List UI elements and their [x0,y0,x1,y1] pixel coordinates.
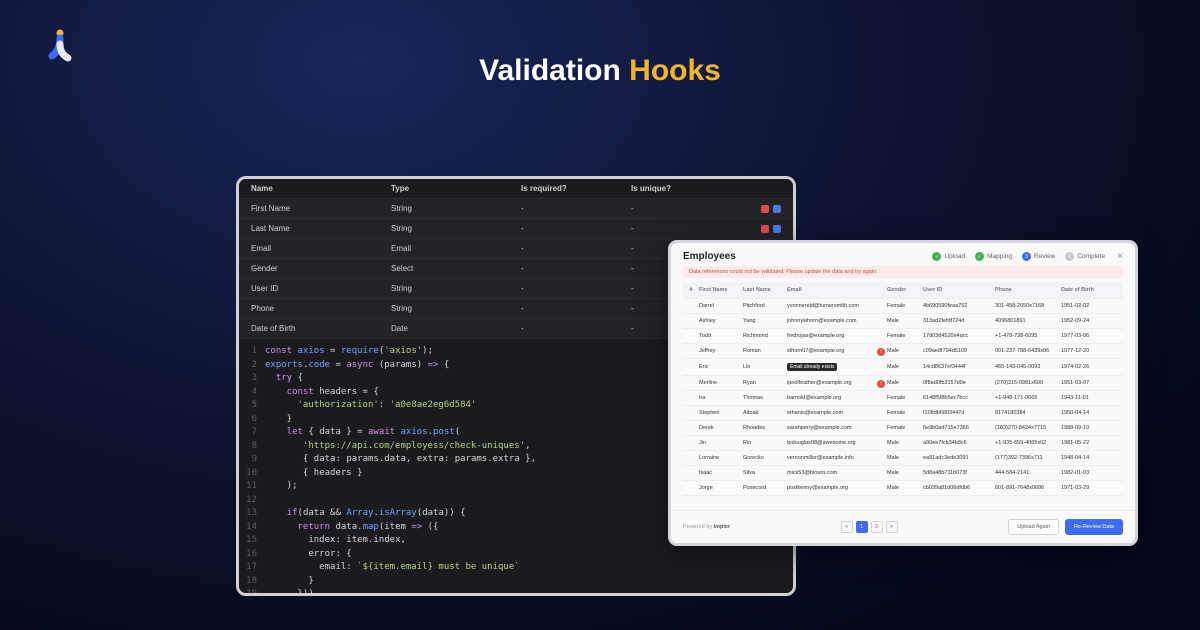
line-number: 2 [243,359,265,373]
delete-icon[interactable] [761,225,769,233]
schema-cell-name: Phone [251,304,391,313]
schema-cell-name: Gender [251,264,391,273]
line-number: 17 [243,561,265,575]
line-number: 7 [243,426,265,440]
warning-banner: Data references could not be validated. … [683,266,1123,278]
title-part-a: Validation [479,54,621,87]
table-row[interactable]: ToddRichmondfredrojas@example.orgFemale1… [683,329,1123,344]
employees-title: Employees [683,251,736,262]
table-row[interactable]: MerlineRyanipoolfeather@example.org!Male… [683,376,1123,391]
col-header-unique: Is unique? [631,184,753,193]
page-number[interactable]: 1 [856,521,868,533]
step-dot: ✓ [975,252,984,261]
pagination: < 12 > [841,521,898,533]
table-row[interactable]: EricLinEmail already existsMale14cd8637e… [683,359,1123,376]
table-row[interactable]: IraThomasbarnold@example.orgFemale6148f5… [683,391,1123,406]
error-badge-icon: ! [877,348,885,356]
line-number: 10 [243,467,265,481]
line-number: 3 [243,372,265,386]
employees-panel: Employees ✓Upload ✓Mapping 3Review 4Complet… [668,240,1138,546]
schema-cell-name: First Name [251,204,391,213]
schema-cell-name: Email [251,244,391,253]
page-title: Validation Hooks [0,54,1200,88]
schema-cell-unique: - [631,204,753,213]
schema-cell-type: Date [391,324,521,333]
schema-cell-required: - [521,204,631,213]
col-header-name: Name [251,184,391,193]
line-number: 15 [243,534,265,548]
table-row[interactable]: JeffreyRomansthorn07@example.org!Malec09… [683,344,1123,359]
re-review-button[interactable]: Re-Review Data [1065,519,1123,535]
table-row[interactable]: IsaacSilvamick53@biourn.comMale5d8a48b71… [683,466,1123,481]
step-upload: ✓Upload [932,252,965,261]
schema-cell-required: - [521,264,631,273]
schema-header-row: Name Type Is required? Is unique? [239,179,793,199]
title-part-b: Hooks [629,54,721,87]
line-number: 11 [243,480,265,494]
step-mapping: ✓Mapping [975,252,1012,261]
line-number: 13 [243,507,265,521]
line-number: 16 [243,548,265,562]
table-row[interactable]: AshleyYangjohnnywhorn@example.comMale313… [683,314,1123,329]
schema-cell-type: String [391,204,521,213]
schema-cell-type: String [391,224,521,233]
employees-table-header: # First Name Last Name Email Gender User… [683,282,1123,299]
col-header-type: Type [391,184,521,193]
table-row[interactable]: JinRintpdouglas08@awesome.orgMalea90ee7f… [683,436,1123,451]
line-number: 6 [243,413,265,427]
line-number: 4 [243,386,265,400]
schema-cell-type: Email [391,244,521,253]
line-number: 19 [243,588,265,596]
col-header-required: Is required? [521,184,631,193]
step-dot: 4 [1065,252,1074,261]
page-next[interactable]: > [886,521,898,533]
step-complete: 4Complete [1065,252,1105,261]
schema-cell-type: String [391,284,521,293]
delete-icon[interactable] [761,205,769,213]
schema-cell-name: Last Name [251,224,391,233]
step-review: 3Review [1022,252,1055,261]
line-number: 8 [243,440,265,454]
line-number: 14 [243,521,265,535]
line-number: 5 [243,399,265,413]
step-dot: ✓ [932,252,941,261]
powered-by: Powered by Impler [683,524,730,530]
upload-again-button[interactable]: Upload Again [1008,519,1059,535]
schema-cell-required: - [521,304,631,313]
edit-icon[interactable] [773,205,781,213]
page-number[interactable]: 2 [871,521,883,533]
line-number: 1 [243,345,265,359]
line-number: 12 [243,494,265,508]
table-row[interactable]: DarrelPitchfordyvonnereid@turnersmith.co… [683,299,1123,314]
page-prev[interactable]: < [841,521,853,533]
schema-cell-required: - [521,284,631,293]
edit-icon[interactable] [773,225,781,233]
schema-cell-type: Select [391,264,521,273]
error-tooltip: Email already exists [787,363,837,371]
schema-cell-type: String [391,304,521,313]
schema-row[interactable]: Last NameString-- [239,219,793,239]
schema-cell-required: - [521,224,631,233]
close-icon[interactable]: × [1117,251,1123,262]
schema-cell-required: - [521,244,631,253]
table-row[interactable]: JorgePosecordpostkenny@example.orgMalecb… [683,481,1123,496]
table-row[interactable]: LorraineGoreckovernonmiller@example.info… [683,451,1123,466]
schema-cell-unique: - [631,224,753,233]
schema-cell-name: Date of Birth [251,324,391,333]
error-badge-icon: ! [877,380,885,388]
line-number: 9 [243,453,265,467]
table-row[interactable]: DerekRhoadessarahperry@example.comFemale… [683,421,1123,436]
schema-row[interactable]: First NameString-- [239,199,793,219]
step-dot: 3 [1022,252,1031,261]
schema-cell-required: - [521,324,631,333]
line-number: 18 [243,575,265,589]
stepper: ✓Upload ✓Mapping 3Review 4Complete [932,252,1105,261]
schema-cell-name: User ID [251,284,391,293]
table-row[interactable]: StephenAitoakethanis@example.comFemalef1… [683,406,1123,421]
